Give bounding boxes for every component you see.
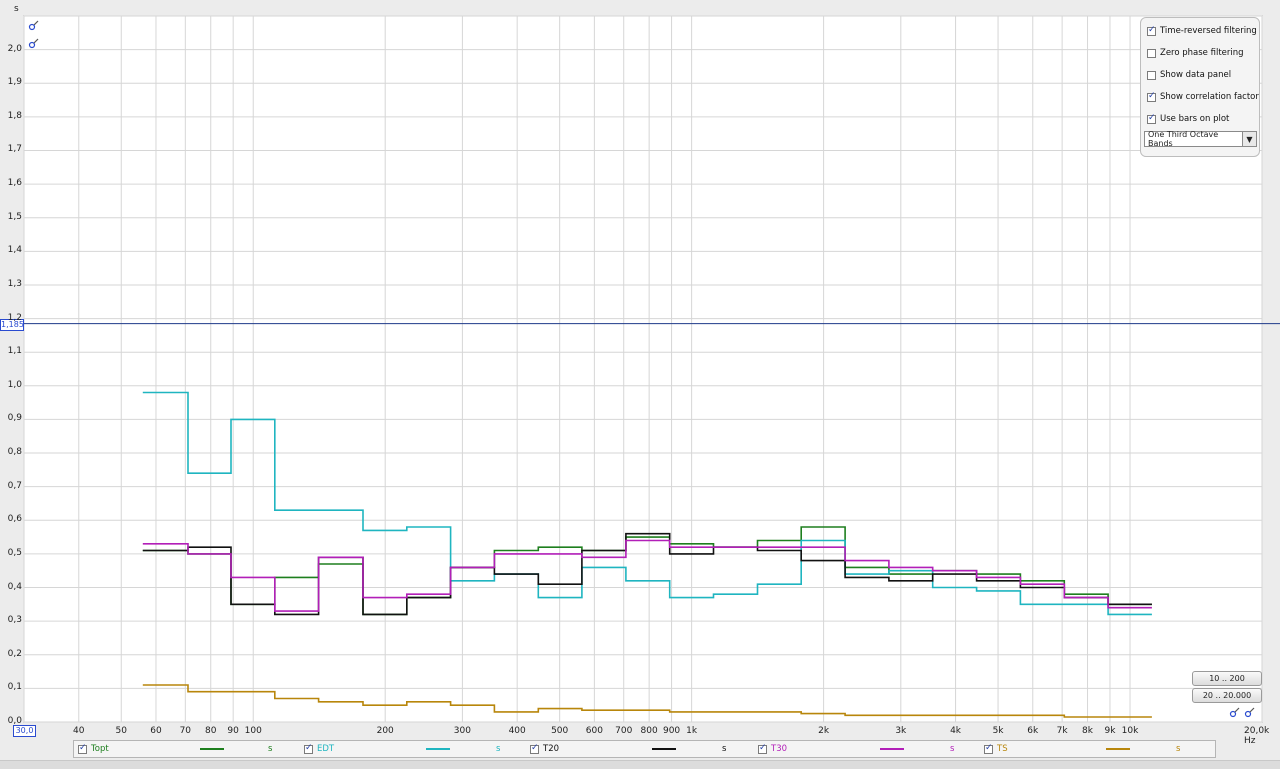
y-tick-label: 0,0 <box>7 716 22 726</box>
y-tick-label: 1,9 <box>7 77 22 88</box>
checkbox-icon[interactable] <box>1147 91 1156 102</box>
x-tick-label: 1k <box>686 726 698 736</box>
y-tick-label: 0,3 <box>7 615 22 626</box>
y-tick-label: 0,6 <box>7 514 22 525</box>
legend-item-ts[interactable]: TS <box>984 743 1008 755</box>
legend-swatch-edt <box>426 748 450 750</box>
band-select[interactable]: One Third Octave Bands ▼ <box>1144 130 1257 148</box>
zoom-in-y-icon[interactable] <box>28 19 40 31</box>
x-unit-label: 20,0k Hz <box>1244 726 1270 746</box>
legend-swatch-t30 <box>880 748 904 750</box>
x-tick-label: 60 <box>150 726 162 736</box>
legend-unit-ts: s <box>1176 744 1181 754</box>
legend-swatch-ts <box>1106 748 1130 750</box>
x-tick-label: 6k <box>1027 726 1039 736</box>
y-tick-label: 0,5 <box>7 547 22 558</box>
x-tick-label: 9k <box>1104 726 1116 736</box>
y-tick-label: 1,0 <box>7 379 22 390</box>
zoom-out-y-icon[interactable] <box>28 37 40 49</box>
legend: Topt s EDT s T20 s T30 s TS s <box>73 740 1216 758</box>
x-tick-label: 90 <box>227 726 239 736</box>
plot-area <box>23 15 1263 723</box>
zoom-out-x-icon[interactable] <box>1244 706 1256 718</box>
x-tick-label: 200 <box>376 726 394 736</box>
y-tick-label: 1,2 <box>7 312 22 323</box>
y-tick-label: 0,2 <box>7 648 22 659</box>
checkbox-icon[interactable] <box>304 743 313 754</box>
legend-unit-t30: s <box>950 744 955 754</box>
checkbox-icon[interactable] <box>1147 70 1156 80</box>
option-time-reversed[interactable]: Time-reversed filtering <box>1147 24 1257 38</box>
x-min-readout[interactable]: 30,0 <box>13 725 36 737</box>
x-tick-label: 700 <box>615 726 633 736</box>
x-tick-label: 100 <box>244 726 262 736</box>
options-panel: Time-reversed filtering Zero phase filte… <box>1140 17 1260 157</box>
x-tick-label: 900 <box>662 726 681 736</box>
x-tick-label: 5k <box>992 726 1004 736</box>
y-tick-label: 1,7 <box>7 144 22 155</box>
x-tick-label: 70 <box>179 726 192 736</box>
y-tick-label: 0,1 <box>7 682 22 693</box>
legend-item-edt[interactable]: EDT <box>304 743 334 755</box>
y-tick-label: 1,6 <box>7 178 22 189</box>
y-tick-label: 0,7 <box>7 480 22 491</box>
x-tick-label: 800 <box>640 726 658 736</box>
y-tick-label: 2,0 <box>7 43 22 54</box>
range-20-20000-button[interactable]: 20 .. 20.000 <box>1192 688 1262 703</box>
x-tick-label: 7k <box>1056 726 1068 736</box>
y-tick-label: 0,9 <box>7 413 22 424</box>
checkbox-icon[interactable] <box>984 743 993 754</box>
option-show-data-panel[interactable]: Show data panel <box>1147 68 1231 82</box>
y-tick-label: 0,4 <box>7 581 22 592</box>
x-tick-label: 2k <box>818 726 830 736</box>
checkbox-icon[interactable] <box>78 743 87 754</box>
x-tick-label: 50 <box>115 726 127 736</box>
legend-item-topt[interactable]: Topt <box>78 743 109 755</box>
legend-item-t20[interactable]: T20 <box>530 743 559 755</box>
checkbox-icon[interactable] <box>758 743 767 754</box>
legend-unit-t20: s <box>722 744 727 754</box>
x-tick-label: 3k <box>895 726 907 736</box>
chevron-down-icon[interactable]: ▼ <box>1242 132 1256 146</box>
y-tick-label: 0,8 <box>7 447 22 458</box>
zoom-in-x-icon[interactable] <box>1229 706 1241 718</box>
legend-item-t30[interactable]: T30 <box>758 743 787 755</box>
legend-swatch-topt <box>200 748 224 750</box>
y-unit-label: s <box>14 4 19 14</box>
legend-unit-topt: s <box>268 744 273 754</box>
option-use-bars[interactable]: Use bars on plot <box>1147 112 1229 126</box>
x-tick-label: 4k <box>950 726 962 736</box>
x-tick-label: 10k <box>1121 726 1139 736</box>
x-tick-label: 500 <box>551 726 569 736</box>
y-tick-label: 1,4 <box>7 245 22 256</box>
x-tick-label: 40 <box>73 726 85 736</box>
y-tick-label: 1,1 <box>7 346 22 357</box>
x-tick-label: 80 <box>205 726 217 736</box>
x-tick-label: 400 <box>508 726 526 736</box>
y-tick-label: 1,3 <box>7 278 22 289</box>
checkbox-icon[interactable] <box>530 743 539 754</box>
checkbox-icon[interactable] <box>1147 48 1156 58</box>
y-tick-label: 1,8 <box>7 110 22 121</box>
checkbox-icon[interactable] <box>1147 113 1156 124</box>
range-10-200-button[interactable]: 10 .. 200 <box>1192 671 1262 686</box>
x-tick-label: 600 <box>585 726 603 736</box>
checkbox-icon[interactable] <box>1147 25 1156 36</box>
reverb-time-chart <box>0 15 1280 723</box>
x-tick-label: 300 <box>453 726 471 736</box>
legend-unit-edt: s <box>496 744 501 754</box>
option-show-correlation[interactable]: Show correlation factor <box>1147 90 1259 104</box>
x-tick-label: 8k <box>1082 726 1094 736</box>
option-zero-phase[interactable]: Zero phase filtering <box>1147 46 1244 60</box>
y-tick-label: 1,5 <box>7 211 22 222</box>
legend-swatch-t20 <box>652 748 676 750</box>
